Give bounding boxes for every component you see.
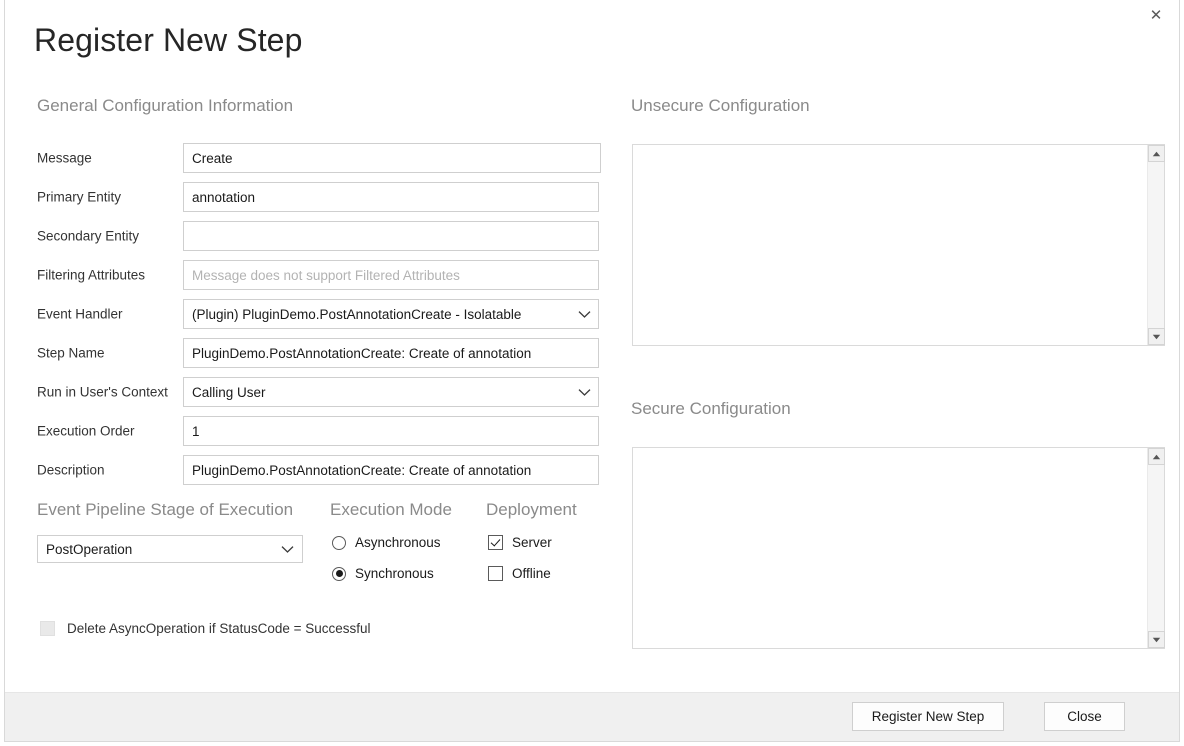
primary-entity-input[interactable]	[183, 182, 599, 212]
unsecure-configuration-panel	[632, 144, 1165, 346]
event-handler-dropdown[interactable]: (Plugin) PluginDemo.PostAnnotationCreate…	[183, 299, 599, 329]
field-row-step-name: Step Name	[37, 338, 599, 368]
field-row-execution-order: Execution Order	[37, 416, 599, 446]
radio-circle-selected-icon	[332, 566, 346, 581]
event-handler-value: (Plugin) PluginDemo.PostAnnotationCreate…	[192, 306, 522, 322]
field-row-description: Description	[37, 455, 599, 485]
heading-event-pipeline-stage: Event Pipeline Stage of Execution	[37, 500, 294, 519]
chevron-down-icon	[272, 545, 302, 554]
radio-circle-icon	[332, 535, 346, 550]
radio-asynchronous-label: Asynchronous	[355, 535, 441, 550]
field-label-event-handler: Event Handler	[37, 306, 123, 322]
secure-configuration-panel	[632, 447, 1165, 649]
chevron-down-icon	[570, 388, 598, 397]
checkbox-disabled-icon	[40, 621, 55, 636]
section-heading-secure: Secure Configuration	[631, 399, 791, 418]
field-label-message: Message	[37, 150, 92, 166]
field-label-filtering-attributes: Filtering Attributes	[37, 267, 146, 283]
unsecure-configuration-scrollbar[interactable]	[1147, 145, 1165, 345]
event-pipeline-stage-dropdown[interactable]: PostOperation	[37, 535, 303, 563]
message-input[interactable]	[183, 143, 601, 173]
secure-configuration-textarea[interactable]	[633, 448, 1147, 648]
close-glyph: ✕	[1149, 5, 1163, 24]
heading-execution-mode: Execution Mode	[330, 500, 452, 519]
field-row-event-handler: Event Handler (Plugin) PluginDemo.PostAn…	[37, 299, 599, 329]
field-label-run-in-users-context: Run in User's Context	[37, 384, 168, 400]
execution-order-input[interactable]	[183, 416, 599, 446]
checkbox-offline-label: Offline	[512, 566, 551, 581]
radio-synchronous[interactable]: Synchronous	[332, 566, 434, 581]
radio-asynchronous[interactable]: Asynchronous	[332, 535, 441, 550]
section-heading-general: General Configuration Information	[37, 96, 294, 115]
checkbox-empty-icon	[488, 566, 503, 581]
field-label-step-name: Step Name	[37, 345, 105, 361]
heading-deployment: Deployment	[486, 500, 577, 519]
field-row-secondary-entity: Secondary Entity	[37, 221, 599, 251]
field-row-primary-entity: Primary Entity	[37, 182, 599, 212]
event-pipeline-stage-value: PostOperation	[46, 541, 133, 557]
checkbox-server[interactable]: Server	[488, 535, 552, 550]
caret-up-icon[interactable]	[1147, 145, 1165, 162]
field-label-description: Description	[37, 462, 105, 478]
step-name-input[interactable]	[183, 338, 599, 368]
field-label-secondary-entity: Secondary Entity	[37, 228, 140, 244]
field-row-filtering-attributes: Filtering Attributes	[37, 260, 599, 290]
chevron-down-icon	[570, 310, 598, 319]
checkbox-server-label: Server	[512, 535, 552, 550]
checkbox-delete-asyncoperation-label: Delete AsyncOperation if StatusCode = Su…	[67, 621, 371, 636]
run-in-users-context-value: Calling User	[192, 384, 266, 400]
field-label-primary-entity: Primary Entity	[37, 189, 122, 205]
filtering-attributes-input[interactable]	[183, 260, 599, 290]
page-title: Register New Step	[34, 22, 303, 58]
field-row-message: Message	[37, 143, 601, 173]
caret-down-icon[interactable]	[1147, 328, 1165, 345]
caret-down-icon[interactable]	[1147, 631, 1165, 648]
checkmark-icon	[488, 535, 503, 550]
run-in-users-context-dropdown[interactable]: Calling User	[183, 377, 599, 407]
secondary-entity-input[interactable]	[183, 221, 599, 251]
register-new-step-button[interactable]: Register New Step	[852, 702, 1004, 731]
unsecure-configuration-textarea[interactable]	[633, 145, 1147, 345]
radio-synchronous-label: Synchronous	[355, 566, 434, 581]
close-icon[interactable]: ✕	[1133, 0, 1179, 30]
caret-up-icon[interactable]	[1147, 448, 1165, 465]
checkbox-delete-asyncoperation: Delete AsyncOperation if StatusCode = Su…	[40, 621, 371, 636]
register-new-step-dialog: ✕ Register New Step General Configuratio…	[4, 0, 1180, 742]
description-input[interactable]	[183, 455, 599, 485]
section-heading-unsecure: Unsecure Configuration	[631, 96, 810, 115]
secure-configuration-scrollbar[interactable]	[1147, 448, 1165, 648]
field-label-execution-order: Execution Order	[37, 423, 135, 439]
dialog-footer: Register New Step Close	[5, 692, 1179, 741]
checkbox-offline[interactable]: Offline	[488, 566, 551, 581]
field-row-run-in-users-context: Run in User's Context Calling User	[37, 377, 599, 407]
close-button[interactable]: Close	[1044, 702, 1125, 731]
